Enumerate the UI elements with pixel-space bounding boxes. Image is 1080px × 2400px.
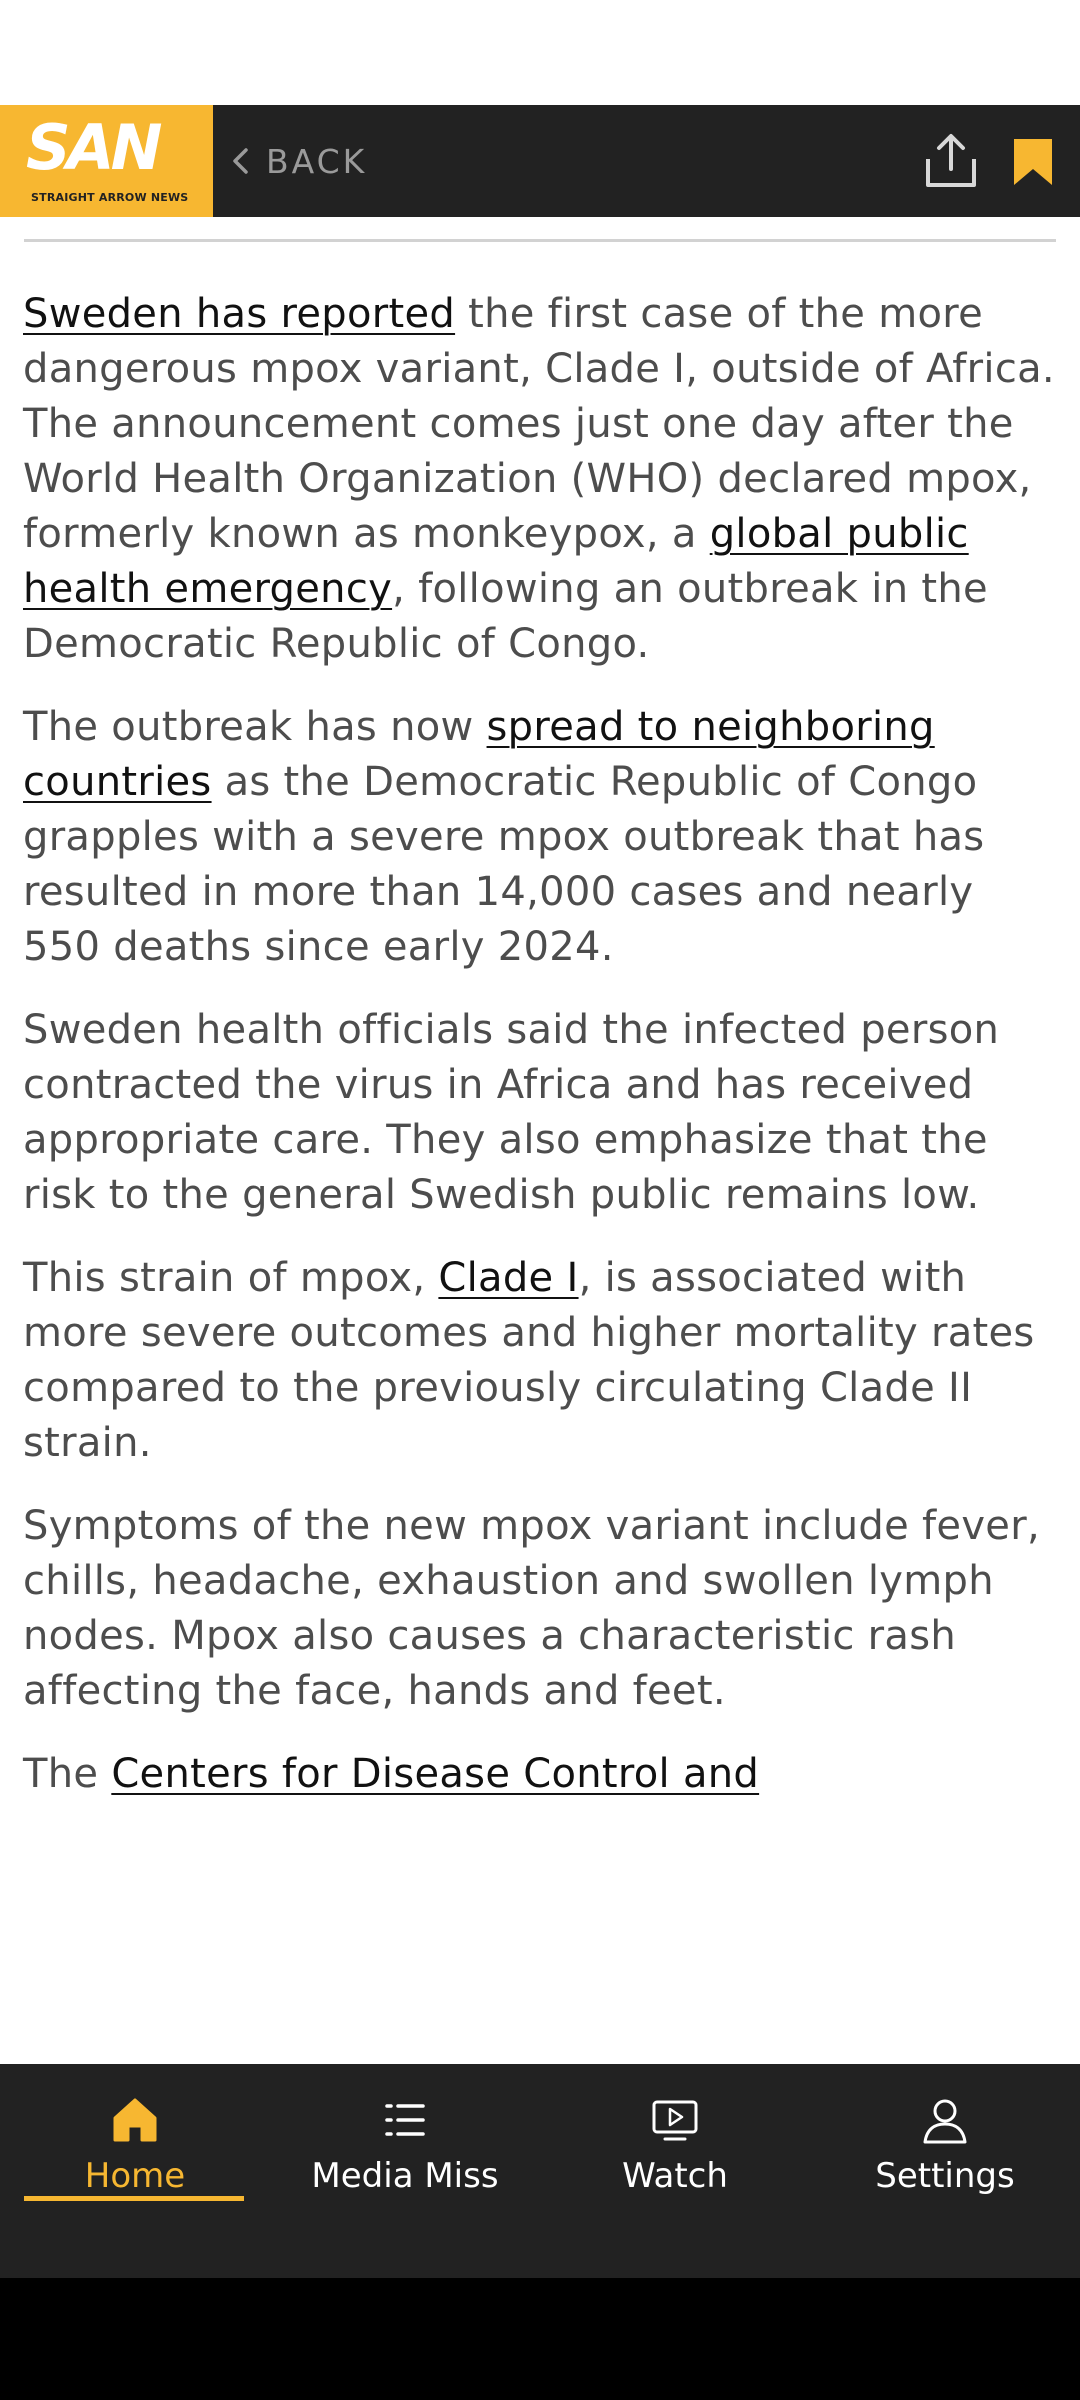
active-tab-indicator — [24, 2196, 244, 2201]
logo[interactable]: SAN STRAIGHT ARROW NEWS — [0, 105, 213, 217]
tab-home[interactable]: Home — [0, 2094, 270, 2204]
tab-media-miss-label: Media Miss — [311, 2156, 499, 2196]
paragraph-6: The Centers for Disease Control and — [23, 1751, 760, 1797]
paragraph-3: Sweden health officials said the infecte… — [23, 1007, 1000, 1218]
home-icon — [113, 2098, 157, 2142]
tab-watch[interactable]: Watch — [540, 2094, 810, 2204]
person-icon — [923, 2099, 967, 2144]
tab-settings[interactable]: Settings — [810, 2094, 1080, 2204]
link-sweden-has-reported[interactable]: Sweden has reported — [23, 291, 455, 337]
tab-home-label: Home — [84, 2156, 186, 2196]
top-bar: SAN STRAIGHT ARROW NEWS BACK — [0, 105, 1080, 217]
link-cdc[interactable]: Centers for Disease Control and — [111, 1751, 759, 1797]
article-content[interactable]: Sweden has reported the first case of th… — [0, 217, 1080, 2064]
paragraph-1: Sweden has reported the first case of th… — [23, 291, 1055, 667]
gesture-area — [0, 2278, 1080, 2400]
back-label: BACK — [266, 141, 368, 181]
bottom-nav: Home Media Miss Watch Settings — [0, 2064, 1080, 2278]
tab-media-miss[interactable]: Media Miss — [270, 2094, 540, 2204]
tab-watch-label: Watch — [622, 2156, 728, 2196]
list-icon — [385, 2104, 425, 2136]
logo-subtitle: STRAIGHT ARROW NEWS — [31, 191, 189, 204]
status-bar — [0, 0, 1080, 105]
link-clade-i[interactable]: Clade I — [438, 1255, 578, 1301]
back-button[interactable]: BACK — [230, 135, 367, 187]
paragraph-4: This strain of mpox, Clade I, is associa… — [23, 1255, 1035, 1466]
play-icon — [652, 2100, 698, 2141]
paragraph-5: Symptoms of the new mpox variant include… — [23, 1503, 1040, 1714]
share-icon[interactable] — [924, 131, 978, 189]
tab-settings-label: Settings — [875, 2156, 1015, 2196]
paragraph-2: The outbreak has now spread to neighbori… — [23, 704, 985, 970]
bookmark-icon[interactable] — [1012, 137, 1054, 187]
logo-text: SAN — [26, 111, 163, 184]
article-body: Sweden has reported the first case of th… — [23, 287, 1063, 1830]
chevron-left-icon — [233, 148, 248, 174]
divider — [24, 239, 1056, 242]
